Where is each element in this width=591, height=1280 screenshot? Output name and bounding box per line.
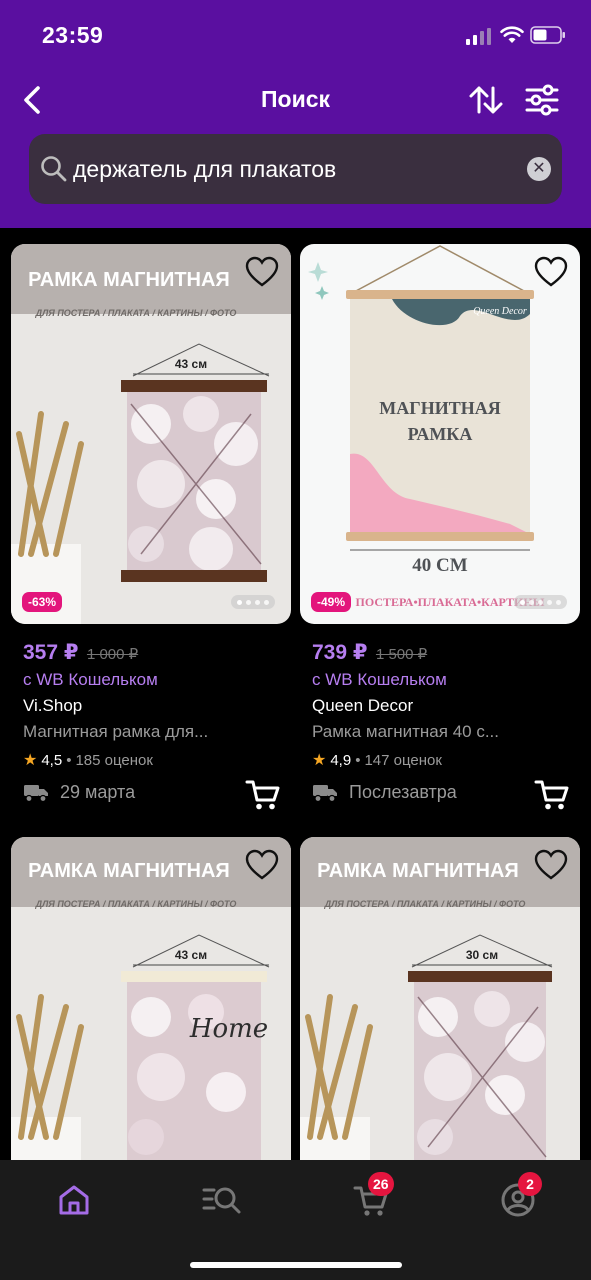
product-card[interactable]: РАМКА МАГНИТНАЯ ДЛЯ ПОСТЕРА / ПЛАКАТА / … <box>11 244 291 824</box>
discount-badge: -63% <box>22 592 63 612</box>
product-photo: РАМКА МАГНИТНАЯ ДЛЯ ПОСТЕРА / ПЛАКАТА / … <box>300 837 580 1160</box>
rating-row: ★ 4,9 • 147 оценок <box>312 751 442 770</box>
rating: 4,5 <box>41 751 63 769</box>
old-price: 1 500 ₽ <box>375 646 428 663</box>
star-icon: ★ <box>312 752 327 769</box>
favorite-heart-icon[interactable] <box>534 849 568 881</box>
review-count: 147 оценок <box>364 751 442 769</box>
search-icon <box>41 156 67 182</box>
header: 23:59 Поиск держатель для плакатов ✕ <box>0 0 591 228</box>
price-row: 739 ₽ 1 500 ₽ <box>312 640 427 665</box>
product-name: Магнитная рамка для... <box>23 722 209 741</box>
rating: 4,9 <box>330 751 352 769</box>
image-size: 43 см <box>175 948 207 962</box>
truck-icon <box>24 785 48 803</box>
wallet-label: с WB Кошельком <box>23 670 158 689</box>
tab-home-icon[interactable] <box>52 1178 96 1222</box>
product-card[interactable]: РАМКА МАГНИТНАЯ ДЛЯ ПОСТЕРА / ПЛАКАТА / … <box>300 837 580 1160</box>
image-subtitle: ДЛЯ ПОСТЕРА / ПЛАКАТА / КАРТИНЫ / ФОТО <box>35 308 237 318</box>
price: 739 ₽ <box>312 641 368 664</box>
search-query: держатель для плакатов <box>73 156 337 182</box>
price-row: 357 ₽ 1 000 ₽ <box>23 640 138 665</box>
filter-icon[interactable] <box>522 80 562 120</box>
product-card[interactable]: Queen Decor МАГНИТНАЯ РАМКА 40 СМ ПОСТЕР… <box>300 244 580 824</box>
delivery-date: 29 марта <box>60 782 136 802</box>
image-size: 40 СМ <box>412 555 467 576</box>
product-name: Рамка магнитная 40 с... <box>312 722 499 741</box>
cellular-signal-icon <box>466 28 491 45</box>
delivery-row: 29 марта <box>23 778 291 812</box>
battery-icon <box>530 26 565 44</box>
product-photo: РАМКА МАГНИТНАЯ ДЛЯ ПОСТЕРА / ПЛАКАТА / … <box>11 837 291 1160</box>
product-photo: Queen Decor МАГНИТНАЯ РАМКА 40 СМ ПОСТЕР… <box>300 244 580 624</box>
image-size: 30 см <box>466 948 498 962</box>
favorite-heart-icon[interactable] <box>245 256 279 288</box>
tab-catalog-icon[interactable] <box>200 1178 244 1222</box>
image-logo: Queen Decor <box>473 306 527 317</box>
favorite-heart-icon[interactable] <box>245 849 279 881</box>
home-indicator <box>190 1262 402 1268</box>
product-image[interactable]: РАМКА МАГНИТНАЯ ДЛЯ ПОСТЕРА / ПЛАКАТА / … <box>11 837 291 1160</box>
image-subtitle: ДЛЯ ПОСТЕРА / ПЛАКАТА / КАРТИНЫ / ФОТО <box>35 899 237 909</box>
add-to-cart-icon[interactable] <box>534 778 570 812</box>
product-image[interactable]: РАМКА МАГНИТНАЯ ДЛЯ ПОСТЕРА / ПЛАКАТА / … <box>11 244 291 624</box>
star-icon: ★ <box>23 752 38 769</box>
status-bar: 23:59 <box>0 0 591 70</box>
rating-row: ★ 4,5 • 185 оценок <box>23 751 153 770</box>
image-banner: РАМКА МАГНИТНАЯ <box>28 269 230 291</box>
clear-search-icon[interactable]: ✕ <box>527 157 551 181</box>
tab-cart[interactable]: 26 <box>350 1172 394 1222</box>
image-script: Home <box>189 1014 268 1044</box>
add-to-cart-icon[interactable] <box>245 778 281 812</box>
delivery-date: Послезавтра <box>349 782 457 802</box>
image-banner: РАМКА МАГНИТНАЯ <box>317 860 519 882</box>
product-image[interactable]: РАМКА МАГНИТНАЯ ДЛЯ ПОСТЕРА / ПЛАКАТА / … <box>300 837 580 1160</box>
review-count: 185 оценок <box>75 751 153 769</box>
image-line-2: РАМКА <box>408 424 473 444</box>
image-subtitle: ДЛЯ ПОСТЕРА / ПЛАКАТА / КАРТИНЫ / ФОТО <box>324 899 526 909</box>
product-photo: РАМКА МАГНИТНАЯ ДЛЯ ПОСТЕРА / ПЛАКАТА / … <box>11 244 291 624</box>
sort-icon[interactable] <box>466 80 506 120</box>
tab-profile[interactable]: 2 <box>496 1172 542 1222</box>
wifi-icon <box>500 26 524 43</box>
brand: Queen Decor <box>312 696 414 715</box>
image-pager <box>231 595 275 609</box>
delivery-row: Послезавтра <box>312 778 580 812</box>
favorite-heart-icon[interactable] <box>534 256 568 288</box>
product-card[interactable]: РАМКА МАГНИТНАЯ ДЛЯ ПОСТЕРА / ПЛАКАТА / … <box>11 837 291 1160</box>
image-line-1: МАГНИТНАЯ <box>379 398 500 418</box>
brand: Vi.Shop <box>23 696 83 715</box>
wallet-label: с WB Кошельком <box>312 670 447 689</box>
product-image[interactable]: Queen Decor МАГНИТНАЯ РАМКА 40 СМ ПОСТЕР… <box>300 244 580 624</box>
image-size: 43 см <box>175 357 207 371</box>
discount-badge: -49% <box>311 592 352 612</box>
image-banner: РАМКА МАГНИТНАЯ <box>28 860 230 882</box>
status-time: 23:59 <box>42 22 104 48</box>
price: 357 ₽ <box>23 641 79 664</box>
cart-badge: 26 <box>368 1172 394 1196</box>
old-price: 1 000 ₽ <box>86 646 139 663</box>
search-input[interactable]: держатель для плакатов ✕ <box>29 134 562 204</box>
image-pager <box>514 595 567 609</box>
truck-icon <box>313 785 337 803</box>
profile-badge: 2 <box>518 1172 542 1196</box>
nav-bar: Поиск <box>0 72 591 128</box>
